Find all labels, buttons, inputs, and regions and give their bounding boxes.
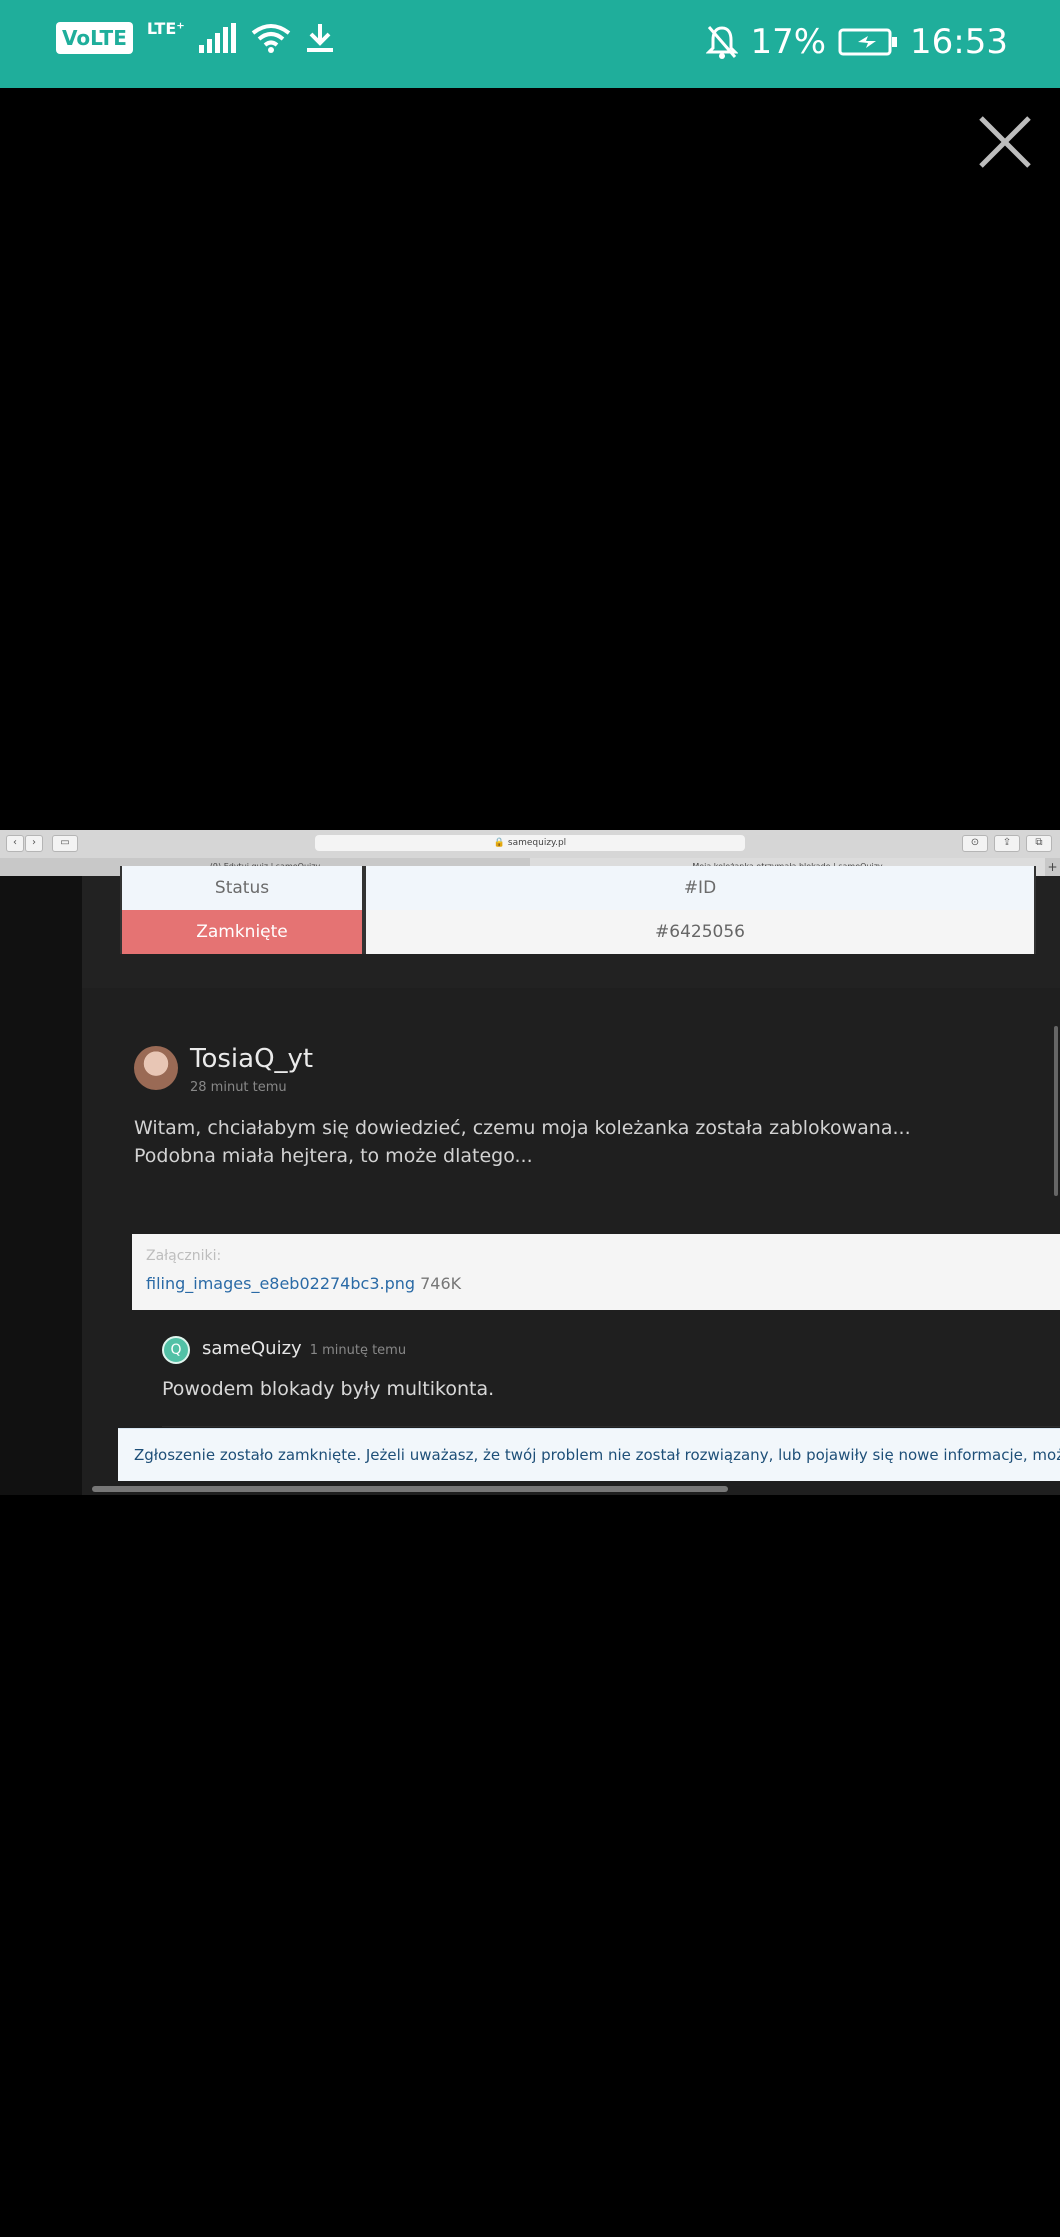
id-header: #ID (364, 866, 1036, 910)
web-page: Status #ID Zamknięte #6425056 TosiaQ_yt … (0, 866, 1060, 1495)
status-bar: VoLTE LTE⁺ 17% 16:53 (0, 0, 1060, 88)
closed-notice-text: Zgłoszenie zostało zamknięte. Jeżeli uwa… (134, 1446, 1060, 1464)
status-badge: Zamknięte (120, 910, 364, 954)
reply-header: sameQuizy 1 minutę temu (202, 1338, 406, 1359)
page-sidebar (0, 876, 82, 1495)
forward-button[interactable]: › (25, 835, 43, 852)
attachment-row: filing_images_e8eb02274bc3.png 746K (146, 1274, 461, 1293)
address-bar[interactable]: 🔒 samequizy.pl (315, 835, 745, 851)
reply-avatar[interactable]: Q (162, 1336, 190, 1364)
post-body-line: Podobna miała hejtera, to może dlatego..… (134, 1145, 533, 1167)
clock: 16:53 (910, 22, 1008, 62)
status-right: 17% 16:53 (706, 22, 1008, 62)
post-time: 28 minut temu (190, 1080, 287, 1095)
post-body-line: Witam, chciałabym się dowiedzieć, czemu … (134, 1117, 911, 1139)
browser-toolbar: ‹ › ▭ 🔒 samequizy.pl ⊙ ⇪ ⧉ (0, 830, 1060, 859)
share-button[interactable]: ⇪ (994, 835, 1020, 852)
status-header: Status (120, 866, 364, 910)
back-button[interactable]: ‹ (6, 835, 24, 852)
horizontal-scrollbar[interactable] (92, 1486, 728, 1492)
volte-indicator: VoLTE (56, 22, 133, 54)
battery-percentage: 17% (750, 22, 827, 62)
ticket-info-card: Status #ID Zamknięte #6425056 (82, 866, 1060, 988)
attachments-box: Załączniki: filing_images_e8eb02274bc3.p… (132, 1234, 1060, 1310)
close-icon[interactable] (975, 112, 1035, 172)
screenshot-image: ‹ › ▭ 🔒 samequizy.pl ⊙ ⇪ ⧉ (9) Edytuj qu… (0, 830, 1060, 1495)
reply-text: Powodem blokady były multikonta. (162, 1378, 495, 1400)
reply-time: 1 minutę temu (309, 1343, 407, 1358)
status-left: VoLTE LTE⁺ (56, 18, 335, 54)
reply-author[interactable]: sameQuizy (202, 1338, 302, 1359)
download-icon (306, 24, 333, 52)
download-button[interactable]: ⊙ (962, 835, 988, 852)
bell-off-icon (706, 26, 739, 59)
battery-charging-icon (838, 28, 898, 56)
attachment-link[interactable]: filing_images_e8eb02274bc3.png (146, 1274, 415, 1293)
divider (162, 1426, 1060, 1427)
table-header-row: Status #ID (120, 866, 1060, 910)
signal-icon (198, 23, 236, 53)
post-body: Witam, chciałabym się dowiedzieć, czemu … (134, 1114, 911, 1170)
post-author[interactable]: TosiaQ_yt (190, 1044, 313, 1074)
ticket-id: #6425056 (364, 910, 1036, 954)
tabs-button[interactable]: ⧉ (1026, 835, 1052, 852)
sidebar-toggle-button[interactable]: ▭ (52, 835, 78, 852)
wifi-icon (251, 24, 290, 53)
lte-indicator: LTE⁺ (146, 18, 185, 38)
avatar[interactable] (134, 1046, 178, 1090)
attachments-label: Załączniki: (146, 1248, 222, 1264)
attachment-size: 746K (420, 1274, 462, 1293)
table-row: Zamknięte #6425056 (120, 910, 1060, 954)
vertical-scrollbar[interactable] (1054, 1026, 1058, 1196)
closed-notice: Zgłoszenie zostało zamknięte. Jeżeli uwa… (118, 1428, 1060, 1481)
post-card: TosiaQ_yt 28 minut temu Witam, chciałaby… (82, 988, 1060, 1495)
